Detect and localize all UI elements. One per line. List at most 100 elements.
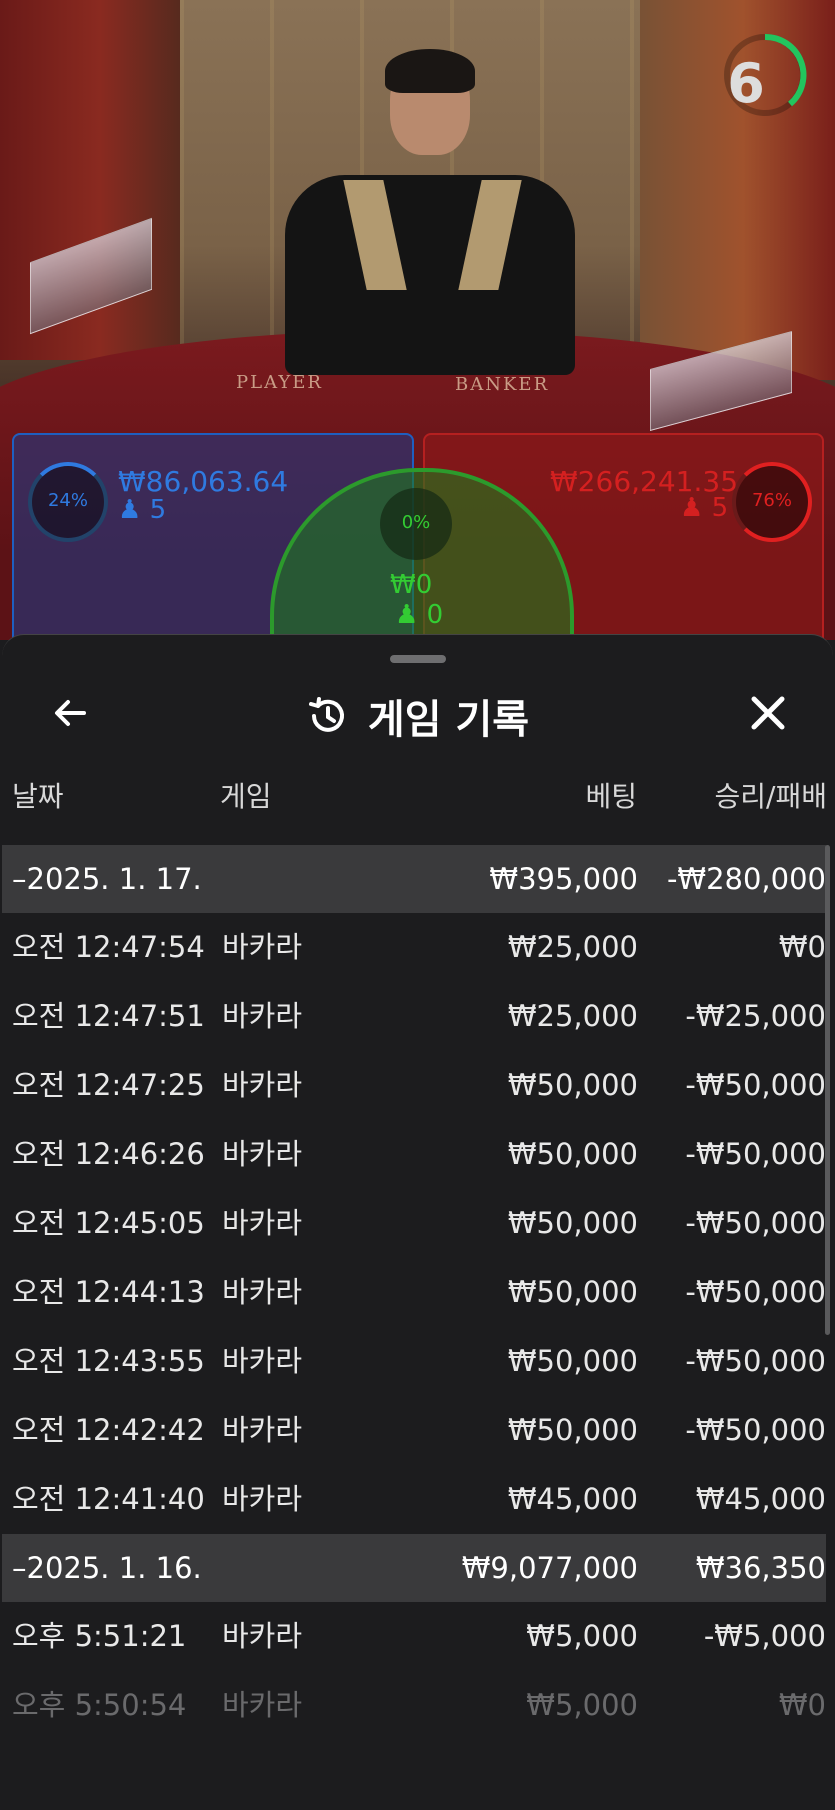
row-game: 바카라 xyxy=(222,999,303,1033)
date-group-header[interactable]: –2025. 1. 17. ₩395,000 -₩280,000 xyxy=(2,845,826,913)
tie-player-count: ♟ 0 xyxy=(395,600,443,630)
row-time: 오전 12:44:13 xyxy=(12,1275,205,1309)
row-winloss: -₩50,000 xyxy=(685,1344,826,1378)
row-game: 바카라 xyxy=(222,1275,303,1309)
sheet-title: 게임 기록 xyxy=(367,697,530,743)
column-bet: 베팅 xyxy=(585,780,637,813)
row-time: 오후 5:50:54 xyxy=(12,1688,187,1722)
row-game: 바카라 xyxy=(222,1688,303,1722)
row-time: 오전 12:47:54 xyxy=(12,930,205,964)
row-time: 오전 12:42:42 xyxy=(12,1413,205,1447)
row-bet: ₩50,000 xyxy=(507,1275,638,1309)
row-bet: ₩50,000 xyxy=(507,1344,638,1378)
row-game: 바카라 xyxy=(222,1413,303,1447)
row-game: 바카라 xyxy=(222,1344,303,1378)
row-bet: ₩25,000 xyxy=(507,999,638,1033)
table-row[interactable]: 오전 12:47:25 바카라 ₩50,000 -₩50,000 xyxy=(2,1051,826,1120)
row-bet: ₩25,000 xyxy=(507,930,638,964)
table-row[interactable]: 오전 12:41:40 바카라 ₩45,000 ₩45,000 xyxy=(2,1465,826,1534)
row-time: 오후 5:51:21 xyxy=(12,1619,187,1653)
table-row[interactable]: 오전 12:43:55 바카라 ₩50,000 -₩50,000 xyxy=(2,1327,826,1396)
row-winloss: ₩45,000 xyxy=(695,1482,826,1516)
player-amount: ₩86,063.64 xyxy=(118,465,289,498)
column-game: 게임 xyxy=(220,780,272,813)
banker-count: ♟ 5 xyxy=(680,493,728,523)
row-time: 오전 12:41:40 xyxy=(12,1482,205,1516)
player-count-value: 5 xyxy=(149,495,167,525)
live-video-feed: PLAYER BANKER 6 0% ₩0 ♟ 0 24% ₩86,063.64… xyxy=(0,0,835,640)
scrollbar[interactable] xyxy=(825,845,830,1335)
row-winloss: -₩50,000 xyxy=(685,1137,826,1171)
table-row[interactable]: 오전 12:45:05 바카라 ₩50,000 -₩50,000 xyxy=(2,1189,826,1258)
column-winloss: 승리/패배 xyxy=(714,780,827,813)
tie-percent: 0% xyxy=(401,512,431,533)
row-game: 바카라 xyxy=(222,930,303,964)
table-row[interactable]: 오전 12:47:54 바카라 ₩25,000 ₩0 xyxy=(2,913,826,982)
row-winloss: -₩50,000 xyxy=(685,1206,826,1240)
row-time: 오전 12:47:51 xyxy=(12,999,205,1033)
sheet-drag-handle[interactable] xyxy=(390,655,446,663)
row-winloss: -₩50,000 xyxy=(685,1068,826,1102)
player-percent: 24% xyxy=(47,490,88,511)
felt-banker-label: BANKER xyxy=(455,374,550,395)
banker-percent: 76% xyxy=(751,490,792,511)
row-time: 오전 12:45:05 xyxy=(12,1206,205,1240)
row-bet: ₩50,000 xyxy=(507,1413,638,1447)
row-bet: ₩5,000 xyxy=(526,1688,638,1722)
game-history-sheet: 게임 기록 날짜 게임 베팅 승리/패배 –2025. 1. 17. ₩395,… xyxy=(2,634,833,1810)
tie-count-value: 0 xyxy=(426,600,444,630)
column-date: 날짜 xyxy=(12,780,64,813)
row-winloss: -₩5,000 xyxy=(703,1619,826,1653)
row-game: 바카라 xyxy=(222,1068,303,1102)
tie-amount: ₩0 xyxy=(390,570,433,600)
table-row[interactable]: 오후 5:50:54 바카라 ₩5,000 ₩0 xyxy=(2,1671,826,1740)
row-time: 오전 12:46:26 xyxy=(12,1137,205,1171)
group-winloss-total: ₩36,350 xyxy=(695,1551,826,1585)
dealer xyxy=(245,49,605,375)
row-bet: ₩50,000 xyxy=(507,1137,638,1171)
table-row[interactable]: 오전 12:44:13 바카라 ₩50,000 -₩50,000 xyxy=(2,1258,826,1327)
table-header: 날짜 게임 베팅 승리/패배 xyxy=(2,775,833,835)
row-winloss: ₩0 xyxy=(778,1688,826,1722)
person-icon: ♟ xyxy=(680,493,704,523)
row-bet: ₩50,000 xyxy=(507,1206,638,1240)
row-game: 바카라 xyxy=(222,1619,303,1653)
group-winloss-total: -₩280,000 xyxy=(666,862,826,896)
row-winloss: -₩50,000 xyxy=(685,1413,826,1447)
banker-percent-ring: 76% xyxy=(732,462,812,542)
row-winloss: -₩25,000 xyxy=(685,999,826,1033)
banker-count-value: 5 xyxy=(711,493,729,523)
row-game: 바카라 xyxy=(222,1137,303,1171)
felt-player-label: PLAYER xyxy=(236,372,323,393)
collapse-icon: – xyxy=(12,862,27,896)
row-winloss: -₩50,000 xyxy=(685,1275,826,1309)
date-group-header[interactable]: –2025. 1. 16. ₩9,077,000 ₩36,350 xyxy=(2,1534,826,1602)
table-row[interactable]: 오전 12:46:26 바카라 ₩50,000 -₩50,000 xyxy=(2,1120,826,1189)
group-date: –2025. 1. 16. xyxy=(12,1551,202,1585)
row-time: 오전 12:47:25 xyxy=(12,1068,205,1102)
table-row[interactable]: 오전 12:47:51 바카라 ₩25,000 -₩25,000 xyxy=(2,982,826,1051)
history-list: –2025. 1. 17. ₩395,000 -₩280,000 오전 12:4… xyxy=(2,845,826,1740)
row-game: 바카라 xyxy=(222,1482,303,1516)
group-bet-total: ₩395,000 xyxy=(489,862,638,896)
countdown-value: 6 xyxy=(727,52,765,115)
row-bet: ₩5,000 xyxy=(526,1619,638,1653)
row-time: 오전 12:43:55 xyxy=(12,1344,205,1378)
table-row[interactable]: 오후 5:51:21 바카라 ₩5,000 -₩5,000 xyxy=(2,1602,826,1671)
sheet-header: 게임 기록 xyxy=(2,687,833,745)
person-icon: ♟ xyxy=(395,600,419,630)
person-icon: ♟ xyxy=(118,495,142,525)
close-button[interactable] xyxy=(740,685,796,741)
row-game: 바카라 xyxy=(222,1206,303,1240)
row-winloss: ₩0 xyxy=(778,930,826,964)
table-row[interactable]: 오전 12:42:42 바카라 ₩50,000 -₩50,000 xyxy=(2,1396,826,1465)
group-date: –2025. 1. 17. xyxy=(12,862,202,896)
history-clock-icon xyxy=(308,697,344,732)
player-percent-ring: 24% xyxy=(28,462,108,542)
close-icon xyxy=(751,696,785,730)
group-bet-total: ₩9,077,000 xyxy=(461,1551,638,1585)
row-bet: ₩50,000 xyxy=(507,1068,638,1102)
collapse-icon: – xyxy=(12,1551,27,1585)
player-count: ♟ 5 xyxy=(118,495,166,525)
row-bet: ₩45,000 xyxy=(507,1482,638,1516)
